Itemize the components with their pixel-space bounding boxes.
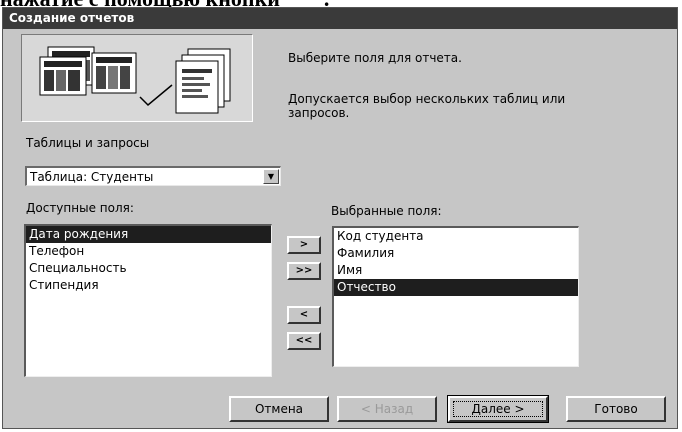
report-wizard-window: Создание отчетов Выберите поля для отчет… (2, 7, 678, 429)
available-field-item[interactable]: Дата рождения (26, 226, 271, 243)
cancel-label: Отмена (254, 402, 304, 416)
selected-field-item[interactable]: Фамилия (334, 245, 578, 262)
available-field-item[interactable]: Стипендия (26, 277, 271, 294)
window-title: Создание отчетов (9, 11, 135, 25)
tables-queries-dropdown[interactable]: Таблица: Студенты ▼ (25, 166, 281, 186)
finish-label: Готово (594, 402, 638, 416)
available-fields-list[interactable]: Дата рождения Телефон Специальность Стипенд… (24, 224, 272, 377)
back-button[interactable]: < Назад (337, 396, 437, 422)
wizard-illustration (21, 34, 253, 122)
report-illustration-icon (39, 46, 231, 114)
back-label: < Назад (360, 402, 414, 416)
chevron-down-icon: ▼ (267, 172, 275, 181)
add-all-label: >> (295, 265, 313, 276)
cancel-button[interactable]: Отмена (229, 396, 329, 422)
window-titlebar[interactable]: Создание отчетов (3, 8, 677, 29)
available-fields-label-text: Доступные поля: (26, 201, 134, 215)
available-field-item[interactable]: Телефон (26, 243, 271, 260)
add-all-fields-button[interactable]: >> (287, 262, 321, 280)
remove-all-fields-button[interactable]: << (287, 332, 321, 350)
selected-fields-list[interactable]: Код студента Фамилия Имя Отчество (332, 226, 579, 367)
selected-field-item[interactable]: Отчество (334, 279, 578, 296)
remove-field-button[interactable]: < (287, 306, 321, 324)
add-field-label: > (299, 239, 309, 250)
focus-rectangle (453, 401, 543, 417)
selected-fields-label: Выбранные поля: (331, 204, 442, 218)
dropdown-arrow-button[interactable]: ▼ (263, 169, 279, 184)
finish-button[interactable]: Готово (566, 396, 666, 422)
instruction-note: Допускается выбор нескольких таблиц или … (288, 92, 566, 120)
next-button[interactable]: Далее > (447, 395, 549, 423)
available-field-item[interactable]: Специальность (26, 260, 271, 277)
available-fields-label: Доступные поля: (26, 201, 134, 215)
selected-fields-label-text: Выбранные поля: (331, 204, 442, 218)
tables-queries-value: Таблица: Студенты (30, 170, 154, 184)
instruction-title: Выберите поля для отчета. (288, 51, 462, 65)
add-field-button[interactable]: > (287, 236, 321, 254)
remove-field-label: < (299, 309, 309, 320)
selected-field-item[interactable]: Код студента (334, 228, 578, 245)
tables-queries-label: Таблицы и запросы (26, 136, 150, 150)
remove-all-label: << (295, 335, 313, 346)
selected-field-item[interactable]: Имя (334, 262, 578, 279)
